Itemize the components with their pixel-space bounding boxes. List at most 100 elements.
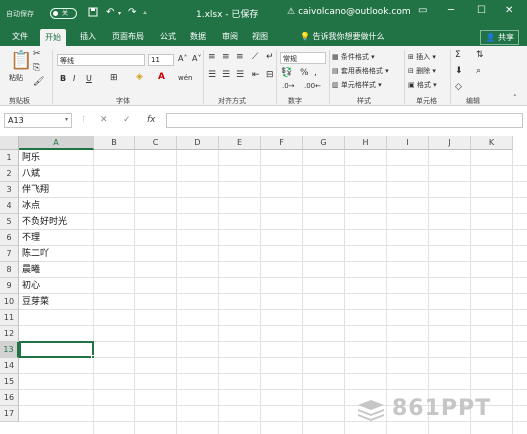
row-header-13[interactable]: 13 <box>0 342 19 358</box>
row-header-15[interactable]: 15 <box>0 374 19 390</box>
format-painter-icon[interactable]: 🖌 <box>33 77 44 87</box>
align-right-icon[interactable]: ☰ <box>236 70 244 80</box>
increase-decimal-icon[interactable]: .0→ <box>282 82 295 90</box>
fill-color-icon[interactable]: ◈ <box>136 72 143 82</box>
formula-input[interactable] <box>166 113 523 128</box>
row-header-10[interactable]: 10 <box>0 294 19 310</box>
tab-data[interactable]: 数据 <box>190 31 206 42</box>
phonetic-icon[interactable]: wén <box>178 74 192 82</box>
shrink-font-icon[interactable]: A˅ <box>192 54 201 63</box>
wrap-text-icon[interactable]: ↵ <box>266 52 274 62</box>
bold-button[interactable]: B <box>60 74 66 83</box>
row-header-1[interactable]: 1 <box>0 150 19 166</box>
row-header-5[interactable]: 5 <box>0 214 19 230</box>
customize-icon[interactable]: ⩡ <box>143 9 147 18</box>
insert-function-icon[interactable]: fx <box>147 115 156 125</box>
name-box[interactable]: A13 ▾ <box>4 113 72 128</box>
undo-icon[interactable]: ↶ <box>106 7 114 18</box>
row-header-12[interactable]: 12 <box>0 326 19 342</box>
autosum-button[interactable]: Σ <box>455 50 461 60</box>
row-header-11[interactable]: 11 <box>0 310 19 326</box>
orientation-icon[interactable]: ⟋ <box>252 52 258 62</box>
paste-icon[interactable]: 📋 <box>10 50 32 71</box>
fill-icon[interactable]: ⬇ <box>455 66 463 76</box>
decrease-indent-icon[interactable]: ⇤ <box>252 70 260 80</box>
italic-button[interactable]: I <box>73 74 75 83</box>
tab-review[interactable]: 审阅 <box>222 31 238 42</box>
cell-styles-button[interactable]: ▥ 单元格样式 ▾ <box>332 80 382 90</box>
font-color-icon[interactable]: A <box>158 72 165 82</box>
number-format-select[interactable]: 常规 <box>280 52 326 64</box>
merge-center-icon[interactable]: ⊟ <box>266 70 274 80</box>
borders-icon[interactable]: ⊞ <box>110 73 118 83</box>
cell-a1[interactable]: 阿乐 <box>20 150 40 166</box>
tab-insert[interactable]: 插入 <box>80 31 96 42</box>
collapse-ribbon-icon[interactable]: ˄ <box>513 94 517 102</box>
row-header-2[interactable]: 2 <box>0 166 19 182</box>
cell-a4[interactable]: 冰点 <box>20 198 40 214</box>
maximize-icon[interactable]: ☐ <box>477 5 486 16</box>
column-header-g[interactable]: G <box>303 136 345 150</box>
delete-cells-button[interactable]: ⊟ 删除 ▾ <box>408 66 436 76</box>
percent-button[interactable]: % <box>300 68 309 78</box>
cell-a5[interactable]: 不负好时光 <box>20 214 67 230</box>
sort-filter-icon[interactable]: ⇅ <box>476 50 484 60</box>
conditional-format-button[interactable]: ▦ 条件格式 ▾ <box>332 52 375 62</box>
align-bottom-icon[interactable]: ≡ <box>236 52 244 62</box>
more-options-icon[interactable]: ⋮ <box>80 115 87 123</box>
ribbon-options-icon[interactable]: ▭ <box>418 5 427 16</box>
autosave-toggle[interactable]: 关 <box>50 8 77 19</box>
tell-me-search[interactable]: 💡 告诉我你想要做什么 <box>300 31 385 42</box>
column-header-a[interactable]: A <box>19 136 94 150</box>
paste-button[interactable]: 粘贴 <box>9 73 23 83</box>
copy-icon[interactable]: ⎘ <box>33 63 40 73</box>
column-header-j[interactable]: J <box>429 136 471 150</box>
tab-formulas[interactable]: 公式 <box>160 31 176 42</box>
selected-cell[interactable] <box>19 341 95 359</box>
insert-cells-button[interactable]: ⊞ 插入 ▾ <box>408 52 436 62</box>
save-icon[interactable] <box>88 7 98 20</box>
column-header-e[interactable]: E <box>219 136 261 150</box>
cell-a7[interactable]: 陈二吖 <box>20 246 49 262</box>
cut-icon[interactable]: ✂ <box>33 49 41 59</box>
tab-view[interactable]: 视图 <box>252 31 268 42</box>
font-size-select[interactable]: 11 <box>148 54 174 66</box>
cancel-entry-icon[interactable]: ✕ <box>100 115 108 125</box>
column-header-d[interactable]: D <box>177 136 219 150</box>
align-center-icon[interactable]: ☰ <box>222 70 230 80</box>
column-header-b[interactable]: B <box>94 136 135 150</box>
format-as-table-button[interactable]: ▤ 套用表格格式 ▾ <box>332 66 389 76</box>
decrease-decimal-icon[interactable]: .00← <box>304 82 321 90</box>
row-header-16[interactable]: 16 <box>0 390 19 406</box>
account-area[interactable]: ⚠ caivolcano@outlook.com <box>287 7 411 17</box>
tab-home[interactable]: 开始 <box>40 29 66 46</box>
format-cells-button[interactable]: ▣ 格式 ▾ <box>408 80 437 90</box>
column-header-f[interactable]: F <box>261 136 303 150</box>
cell-a8[interactable]: 晨曦 <box>20 262 40 278</box>
column-header-k[interactable]: K <box>471 136 513 150</box>
tab-file[interactable]: 文件 <box>12 31 28 42</box>
comma-button[interactable]: , <box>314 68 317 78</box>
row-header-17[interactable]: 17 <box>0 406 19 422</box>
row-header-6[interactable]: 6 <box>0 230 19 246</box>
cell-a10[interactable]: 豆芽菜 <box>20 294 49 310</box>
close-icon[interactable]: ✕ <box>505 5 513 16</box>
undo-dropdown-icon[interactable]: ▾ <box>118 10 121 17</box>
redo-icon[interactable]: ↷ <box>128 7 136 18</box>
column-header-c[interactable]: C <box>135 136 177 150</box>
row-header-3[interactable]: 3 <box>0 182 19 198</box>
align-middle-icon[interactable]: ≡ <box>222 52 230 62</box>
clear-icon[interactable]: ◇ <box>455 82 462 92</box>
cell-a6[interactable]: 不理 <box>20 230 40 246</box>
column-header-h[interactable]: H <box>345 136 387 150</box>
chevron-down-icon[interactable]: ▾ <box>65 116 68 123</box>
select-all-corner[interactable] <box>0 136 19 150</box>
worksheet-grid[interactable]: A B C D E F G H I J K 1 2 3 4 5 6 7 8 9 10 11 12 13 14 15 16 17 阿乐 八斌… <box>0 136 527 434</box>
share-button[interactable]: 👤 共享 <box>480 30 519 45</box>
grow-font-icon[interactable]: A˄ <box>178 54 187 63</box>
row-header-9[interactable]: 9 <box>0 278 19 294</box>
row-header-4[interactable]: 4 <box>0 198 19 214</box>
fill-handle[interactable] <box>91 355 95 359</box>
font-name-select[interactable]: 等线 <box>57 54 145 66</box>
row-header-8[interactable]: 8 <box>0 262 19 278</box>
